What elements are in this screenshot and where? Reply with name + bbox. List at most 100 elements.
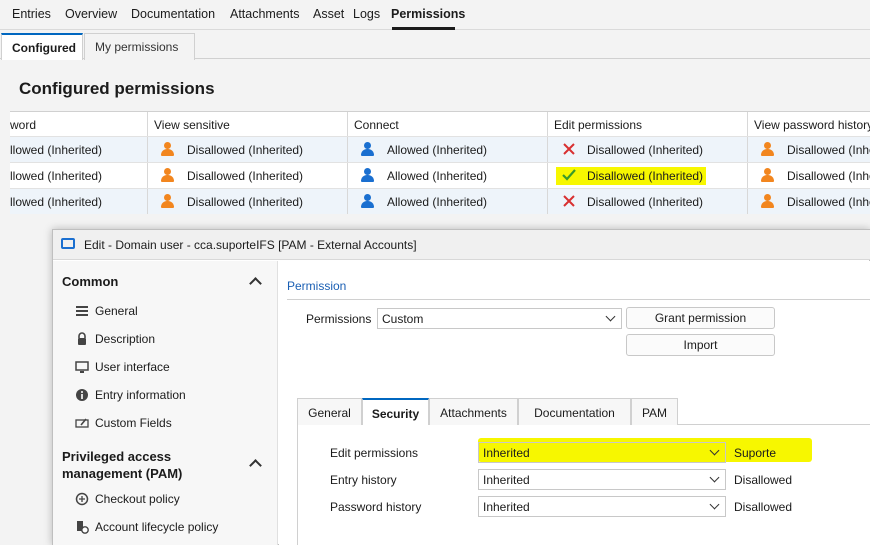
red-x-icon	[563, 143, 575, 155]
sidebar-item-user-interface[interactable]: User interface	[75, 358, 265, 378]
cell-text: Disallowed (Inherited)	[587, 169, 704, 183]
effective-value: Disallowed	[734, 500, 793, 514]
grid-cell: llowed (Inherited)	[10, 163, 148, 188]
column-header[interactable]: Connect	[348, 112, 548, 136]
tab-attachments[interactable]: Attachments	[429, 398, 518, 425]
sidebar-item-general[interactable]: General	[75, 302, 265, 322]
column-header-label: View password history	[754, 118, 870, 132]
divider	[287, 299, 870, 300]
tab-general[interactable]: General	[297, 398, 362, 425]
sidebar-item-checkout-policy[interactable]: Checkout policy	[75, 490, 265, 510]
cell-text: Disallowed (Inherited)	[187, 169, 304, 183]
cell-text: Disallowed (Inherited)	[187, 143, 304, 157]
cell-text: llowed (Inherited)	[10, 195, 103, 209]
cell-text: Disallowed (Inherited)	[587, 195, 704, 209]
nav-overview[interactable]: Overview	[65, 7, 117, 21]
select-value: Custom	[382, 312, 424, 326]
chevron-up-icon[interactable]	[249, 277, 262, 290]
red-x-icon	[563, 195, 575, 207]
dialog-sidebar: Common General Description User interfac…	[53, 261, 278, 545]
person-blue-icon	[361, 194, 374, 208]
import-button[interactable]: Import	[626, 334, 775, 356]
grid-cell: Disallowed (Inherited)	[148, 137, 348, 162]
tab-pam[interactable]: PAM	[631, 398, 678, 425]
table-row[interactable]: llowed (Inherited) Disallowed (Inherited…	[10, 163, 870, 189]
effective-value: Disallowed	[734, 473, 793, 487]
person-orange-icon	[161, 142, 174, 156]
edit-entry-dialog: Edit - Domain user - cca.suporteIFS [PAM…	[52, 229, 870, 545]
select-value: Inherited	[483, 500, 530, 514]
chevron-up-icon[interactable]	[249, 459, 262, 472]
person-blue-icon	[361, 142, 374, 156]
column-header[interactable]: View password history	[748, 112, 870, 136]
sidebar-item-label: Description	[95, 332, 156, 346]
window-icon	[61, 238, 75, 249]
sidebar-item-account-lifecycle-policy[interactable]: Account lifecycle policy	[75, 518, 265, 538]
dialog-title-bar[interactable]: Edit - Domain user - cca.suporteIFS [PAM…	[53, 230, 870, 260]
dialog-title: Edit - Domain user - cca.suporteIFS [PAM…	[84, 238, 417, 252]
cell-text: llowed (Inherited)	[10, 169, 103, 183]
grid-cell: Disallowed (Inhe	[748, 137, 870, 162]
select-value: Inherited	[483, 446, 530, 460]
chevron-down-icon	[709, 445, 720, 456]
cell-text: Disallowed (Inherited)	[587, 143, 704, 157]
person-orange-icon	[161, 194, 174, 208]
security-row-entry-history: Entry history Inherited Disallowed	[298, 469, 870, 491]
nav-logs[interactable]: Logs	[353, 7, 380, 21]
column-header-label: Connect	[354, 118, 399, 132]
grid-cell: llowed (Inherited)	[10, 137, 148, 162]
grid-cell: Disallowed (Inherited)	[548, 137, 748, 162]
grid-cell: llowed (Inherited)	[10, 189, 148, 214]
nav-asset[interactable]: Asset	[313, 7, 344, 21]
lock-icon	[78, 332, 86, 345]
nav-permissions[interactable]: Permissions	[391, 7, 465, 21]
security-row-password-history: Password history Inherited Disallowed	[298, 496, 870, 518]
grid-cell: Disallowed (Inhe	[748, 163, 870, 188]
nav-documentation[interactable]: Documentation	[131, 7, 215, 21]
table-row[interactable]: llowed (Inherited) Disallowed (Inherited…	[10, 137, 870, 163]
edit-field-icon	[75, 418, 89, 428]
person-orange-icon	[761, 168, 774, 182]
permission-subtabs: Configured My permissions	[0, 31, 870, 60]
tab-configured[interactable]: Configured	[1, 33, 83, 60]
column-header[interactable]: View sensitive	[148, 112, 348, 136]
active-nav-underline	[392, 27, 455, 30]
select-value: Inherited	[483, 473, 530, 487]
sidebar-item-custom-fields[interactable]: Custom Fields	[75, 414, 265, 434]
nav-attachments[interactable]: Attachments	[230, 7, 299, 21]
tab-security[interactable]: Security	[362, 398, 429, 426]
sidebar-item-label: Entry information	[95, 388, 186, 402]
column-header-label: Edit permissions	[554, 118, 643, 132]
cell-text: Allowed (Inherited)	[387, 169, 488, 183]
sidebar-item-description[interactable]: Description	[75, 330, 265, 350]
sidebar-item-label: Custom Fields	[95, 416, 172, 430]
person-orange-icon	[761, 194, 774, 208]
cell-text: llowed (Inherited)	[10, 143, 103, 157]
grid-header-row: word View sensitive Connect Edit permiss…	[10, 112, 870, 137]
column-header[interactable]: word	[10, 112, 148, 136]
sidebar-item-entry-information[interactable]: Entry information	[75, 386, 265, 406]
tab-documentation[interactable]: Documentation	[518, 398, 631, 425]
edit-permissions-select[interactable]: Inherited	[478, 442, 726, 463]
password-history-select[interactable]: Inherited	[478, 496, 726, 517]
table-row[interactable]: llowed (Inherited) Disallowed (Inherited…	[10, 189, 870, 214]
nav-entries[interactable]: Entries	[12, 7, 51, 21]
lifecycle-icon	[77, 521, 89, 534]
list-icon	[76, 306, 88, 316]
permissions-select[interactable]: Custom	[377, 308, 622, 329]
security-tab-panel: Edit permissions Inherited Suporte Entry…	[297, 425, 870, 545]
person-blue-icon	[361, 168, 374, 182]
grid-cell: Disallowed (Inhe	[748, 189, 870, 214]
column-header-label: View sensitive	[154, 118, 230, 132]
entry-history-select[interactable]: Inherited	[478, 469, 726, 490]
sidebar-item-label: Checkout policy	[95, 492, 180, 506]
tab-configured-label: Configured	[12, 41, 76, 55]
cell-text: Disallowed (Inhe	[787, 195, 870, 209]
column-header[interactable]: Edit permissions	[548, 112, 748, 136]
grant-permission-button[interactable]: Grant permission	[626, 307, 775, 329]
chevron-down-icon	[709, 472, 720, 483]
cell-text: Disallowed (Inhe	[787, 143, 870, 157]
tab-my-permissions[interactable]: My permissions	[84, 33, 195, 60]
sidebar-item-label: Account lifecycle policy	[95, 520, 219, 534]
cell-text: Allowed (Inherited)	[387, 195, 488, 209]
